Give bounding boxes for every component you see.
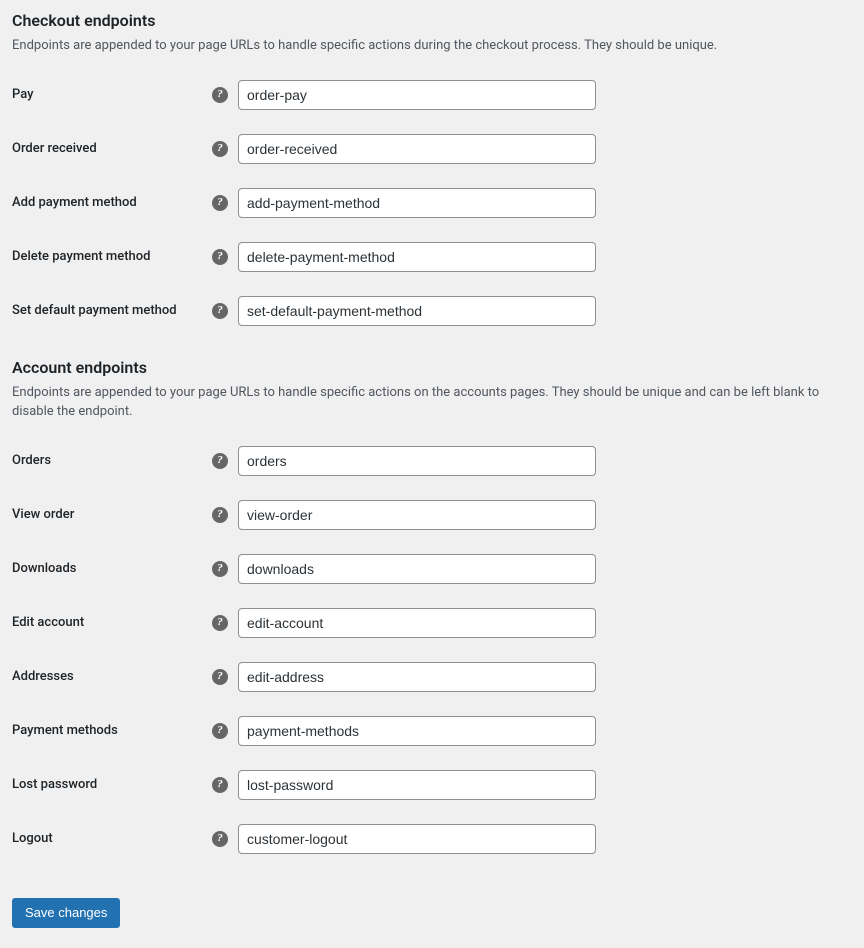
row-set-default-payment-method: Set default payment method ?: [12, 294, 852, 326]
label-add-payment-method: Add payment method: [12, 195, 212, 210]
input-payment-methods[interactable]: [238, 716, 596, 746]
row-downloads: Downloads ?: [12, 552, 852, 584]
label-set-default-payment-method: Set default payment method: [12, 303, 212, 318]
row-orders: Orders ?: [12, 444, 852, 476]
row-payment-methods: Payment methods ?: [12, 714, 852, 746]
label-delete-payment-method: Delete payment method: [12, 249, 212, 264]
input-view-order[interactable]: [238, 500, 596, 530]
label-payment-methods: Payment methods: [12, 723, 212, 738]
row-lost-password: Lost password ?: [12, 768, 852, 800]
help-icon[interactable]: ?: [212, 669, 228, 685]
row-add-payment-method: Add payment method ?: [12, 186, 852, 218]
label-edit-account: Edit account: [12, 615, 212, 630]
label-view-order: View order: [12, 507, 212, 522]
account-endpoints-heading: Account endpoints: [12, 358, 852, 377]
row-edit-account: Edit account ?: [12, 606, 852, 638]
help-icon[interactable]: ?: [212, 87, 228, 103]
help-icon[interactable]: ?: [212, 195, 228, 211]
input-pay[interactable]: [238, 80, 596, 110]
row-pay: Pay ?: [12, 78, 852, 110]
row-delete-payment-method: Delete payment method ?: [12, 240, 852, 272]
input-add-payment-method[interactable]: [238, 188, 596, 218]
input-logout[interactable]: [238, 824, 596, 854]
row-addresses: Addresses ?: [12, 660, 852, 692]
input-orders[interactable]: [238, 446, 596, 476]
label-lost-password: Lost password: [12, 777, 212, 792]
help-icon[interactable]: ?: [212, 723, 228, 739]
account-endpoints-description: Endpoints are appended to your page URLs…: [12, 383, 852, 422]
help-icon[interactable]: ?: [212, 777, 228, 793]
label-order-received: Order received: [12, 141, 212, 156]
help-icon[interactable]: ?: [212, 303, 228, 319]
checkout-endpoints-heading: Checkout endpoints: [12, 11, 852, 30]
input-lost-password[interactable]: [238, 770, 596, 800]
help-icon[interactable]: ?: [212, 141, 228, 157]
label-pay: Pay: [12, 87, 212, 102]
label-downloads: Downloads: [12, 561, 212, 576]
input-set-default-payment-method[interactable]: [238, 296, 596, 326]
input-order-received[interactable]: [238, 134, 596, 164]
save-changes-button[interactable]: Save changes: [12, 898, 120, 928]
label-orders: Orders: [12, 453, 212, 468]
input-addresses[interactable]: [238, 662, 596, 692]
checkout-endpoints-description: Endpoints are appended to your page URLs…: [12, 36, 852, 56]
help-icon[interactable]: ?: [212, 831, 228, 847]
row-view-order: View order ?: [12, 498, 852, 530]
label-addresses: Addresses: [12, 669, 212, 684]
input-delete-payment-method[interactable]: [238, 242, 596, 272]
row-order-received: Order received ?: [12, 132, 852, 164]
help-icon[interactable]: ?: [212, 249, 228, 265]
help-icon[interactable]: ?: [212, 507, 228, 523]
row-logout: Logout ?: [12, 822, 852, 854]
help-icon[interactable]: ?: [212, 615, 228, 631]
input-downloads[interactable]: [238, 554, 596, 584]
help-icon[interactable]: ?: [212, 561, 228, 577]
help-icon[interactable]: ?: [212, 453, 228, 469]
label-logout: Logout: [12, 831, 212, 846]
input-edit-account[interactable]: [238, 608, 596, 638]
